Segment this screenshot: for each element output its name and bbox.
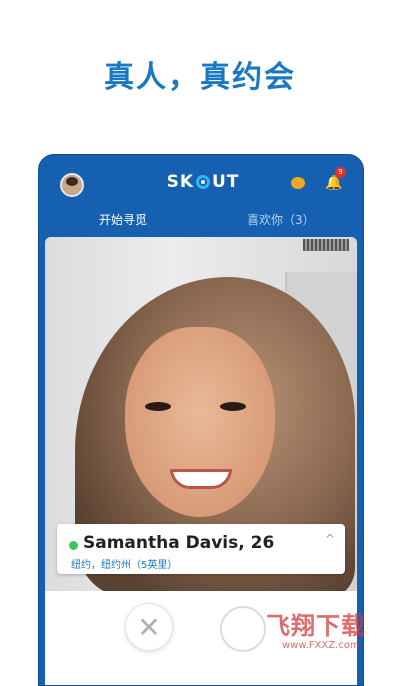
tab-bar: 开始寻觅 喜欢你（3） — [39, 207, 363, 233]
right-eye — [220, 402, 246, 411]
pass-button[interactable]: ✕ — [125, 603, 173, 651]
bell-icon[interactable]: 🔔 — [325, 175, 342, 191]
profile-name: Samantha Davis, 26 — [83, 533, 275, 553]
logo-text-right: UT — [212, 172, 240, 192]
crown-icon[interactable] — [291, 177, 305, 189]
wall-vent — [303, 239, 349, 251]
watermark-logo-icon — [220, 606, 266, 652]
site-watermark: 飞翔下载 www.FXXZ.com — [220, 602, 390, 660]
notification-badge: 9 — [335, 167, 346, 178]
logo-text-left: SK — [166, 172, 194, 192]
chevron-up-icon[interactable]: ^ — [325, 532, 335, 546]
page-headline: 真人，真约会 — [104, 60, 296, 95]
tab-start-meeting[interactable]: 开始寻觅 — [99, 211, 147, 228]
profile-photo[interactable]: Samantha Davis, 26 纽约，纽约州（5英里） ^ — [45, 237, 357, 591]
profile-info-box[interactable]: Samantha Davis, 26 纽约，纽约州（5英里） ^ — [57, 524, 345, 574]
left-eye — [145, 402, 171, 411]
profile-location: 纽约，纽约州（5英里） — [71, 560, 178, 571]
skout-logo: SK UT — [163, 171, 243, 193]
close-icon: ✕ — [137, 610, 161, 644]
watermark-url: www.FXXZ.com — [282, 640, 360, 651]
online-status-dot — [69, 541, 78, 550]
logo-o-icon — [196, 175, 210, 189]
tab-likes-you[interactable]: 喜欢你（3） — [247, 211, 315, 228]
app-top-bar: SK UT 🔔 9 — [39, 155, 363, 207]
profile-avatar-icon[interactable] — [60, 173, 84, 197]
watermark-brand: 飞翔下载 — [266, 612, 366, 640]
